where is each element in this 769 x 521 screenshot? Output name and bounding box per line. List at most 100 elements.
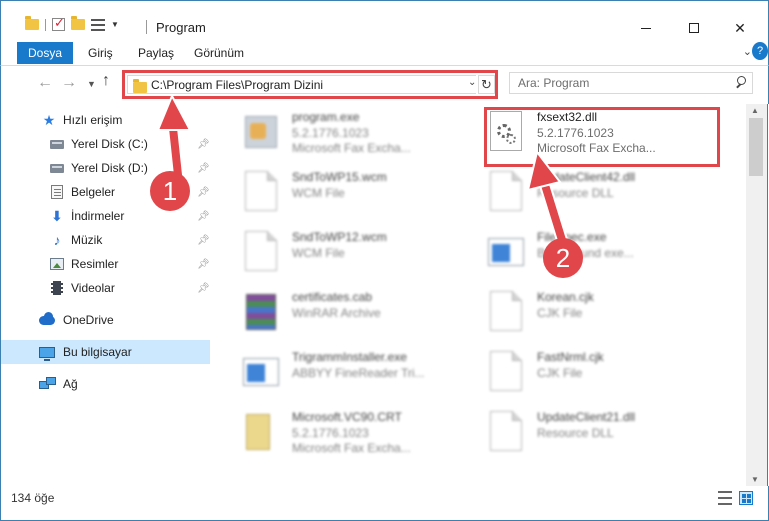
address-history-chevron-down-icon[interactable]: ⌄	[468, 77, 476, 88]
sidebar-item-label: Belgeler	[71, 185, 116, 199]
file-item[interactable]: Microsoft.VC90.CRT 5.2.1776.1023 Microso…	[222, 404, 472, 460]
sidebar-item-label: OneDrive	[63, 313, 114, 327]
file-type: Resource DLL	[537, 186, 614, 200]
navigation-bar: ← → ▼ ↑ C:\Program Files\Program Dizini …	[0, 66, 769, 104]
tab-file[interactable]: Dosya	[17, 42, 73, 64]
close-icon: ✕	[734, 19, 746, 36]
file-name: TrigrammInstaller.exe	[292, 350, 407, 364]
sidebar-item-label: Videolar	[71, 281, 115, 295]
sidebar-item-label: İndirmeler	[71, 209, 125, 223]
scrollbar-thumb[interactable]	[749, 118, 763, 176]
file-item[interactable]: SndToWP12.wcm WCM File	[222, 224, 472, 280]
file-name: certificates.cab	[292, 290, 373, 304]
window-title: Program	[156, 20, 206, 35]
file-name: UpdateClient42.dll	[537, 170, 636, 184]
music-icon: ♪	[53, 232, 61, 248]
file-type: WinRAR Archive	[292, 306, 381, 320]
file-item[interactable]: FileSpec.exe Background exe...	[467, 224, 717, 280]
address-path[interactable]: C:\Program Files\Program Dizini	[151, 78, 323, 92]
refresh-button[interactable]: ↻	[478, 75, 495, 94]
download-icon: ⬇	[51, 207, 63, 224]
file-item[interactable]: program.exe 5.2.1776.1023 Microsoft Fax …	[222, 104, 472, 160]
file-version: 5.2.1776.1023	[292, 426, 369, 440]
sidebar-item-label: Resimler	[71, 257, 119, 271]
search-box[interactable]	[509, 72, 753, 94]
vc-icon	[240, 410, 282, 454]
file-name: SndToWP15.wcm	[292, 170, 387, 184]
file-type: CJK File	[537, 306, 583, 320]
properties-check-icon[interactable]	[52, 15, 65, 31]
pin-icon[interactable]: 📌︎	[197, 211, 210, 222]
scroll-down-icon[interactable]: ▼	[751, 475, 759, 484]
pin-icon[interactable]: 📌︎	[197, 259, 210, 270]
expand-ribbon-chevron-icon[interactable]: ⌄	[743, 45, 752, 58]
pin-icon[interactable]: 📌︎	[197, 235, 210, 246]
back-button[interactable]: ←	[37, 74, 53, 92]
item-count: 134 öğe	[11, 491, 55, 505]
blank-page-icon	[485, 350, 527, 394]
search-icon[interactable]	[735, 76, 746, 87]
file-name: Microsoft.VC90.CRT	[292, 410, 402, 424]
file-item[interactable]: certificates.cab WinRAR Archive	[222, 284, 472, 340]
file-item[interactable]: TrigrammInstaller.exe ABBYY FineReader T…	[222, 344, 472, 400]
file-name: SndToWP12.wcm	[292, 230, 387, 244]
file-type: ABBYY FineReader Tri...	[292, 366, 425, 380]
search-input[interactable]	[510, 73, 730, 93]
sidebar-item-label: Bu bilgisayar	[63, 345, 132, 359]
window-app-icon	[240, 350, 282, 394]
sidebar-item-pictures[interactable]: Resimler 📌︎	[1, 252, 210, 276]
scroll-up-icon[interactable]: ▲	[751, 106, 759, 115]
file-version: 5.2.1776.1023	[292, 126, 369, 140]
navigation-pane: ★ Hızlı erişim Yerel Disk (C:) 📌︎ Yerel …	[0, 104, 213, 486]
tab-view[interactable]: Görünüm	[194, 46, 244, 60]
onedrive-icon	[39, 311, 55, 328]
file-type: WCM File	[292, 186, 345, 200]
tab-home[interactable]: Giriş	[88, 46, 113, 60]
file-item[interactable]: UpdateClient21.dll Resource DLL	[467, 404, 717, 460]
winrar-icon	[240, 290, 282, 334]
maximize-icon	[689, 23, 699, 33]
sidebar-item-quick-access[interactable]: ★ Hızlı erişim	[1, 108, 210, 132]
up-one-level-button[interactable]: ↑	[102, 72, 110, 90]
help-icon[interactable]: ?	[752, 42, 768, 60]
pictures-icon	[49, 256, 65, 272]
details-view-icon[interactable]	[718, 491, 732, 505]
drive-icon	[49, 160, 65, 176]
sidebar-item-network[interactable]: Ağ	[1, 372, 210, 396]
step-1-badge: 1	[150, 171, 190, 211]
address-bar[interactable]: C:\Program Files\Program Dizini ⌄	[127, 75, 476, 94]
large-icons-view-icon[interactable]	[739, 491, 753, 505]
refresh-icon: ↻	[481, 76, 492, 92]
close-button[interactable]: ✕	[717, 15, 763, 41]
tab-share[interactable]: Paylaş	[138, 46, 174, 60]
vertical-scrollbar[interactable]: ▲ ▼	[746, 104, 768, 486]
file-item[interactable]: FastNrml.cjk CJK File	[467, 344, 717, 400]
maximize-button[interactable]	[671, 15, 717, 41]
folder-icon	[25, 16, 39, 30]
pin-icon[interactable]: 📌︎	[197, 139, 210, 150]
pin-icon[interactable]: 📌︎	[197, 187, 210, 198]
title-bar: ▼ Program ✕	[0, 0, 769, 40]
new-folder-icon[interactable]	[71, 16, 85, 30]
sidebar-item-this-pc[interactable]: Bu bilgisayar	[1, 340, 210, 364]
file-item[interactable]: SndToWP15.wcm WCM File	[222, 164, 472, 220]
folder-icon	[133, 79, 147, 93]
forward-button[interactable]: →	[61, 74, 77, 92]
sidebar-item-local-disk-c[interactable]: Yerel Disk (C:) 📌︎	[1, 132, 210, 156]
sidebar-item-label: Ağ	[63, 377, 78, 391]
videos-icon	[49, 280, 65, 296]
file-item[interactable]: UpdateClient42.dll Resource DLL	[467, 164, 717, 220]
status-bar: 134 öğe	[0, 486, 769, 521]
pin-icon[interactable]: 📌︎	[197, 163, 210, 174]
sidebar-item-onedrive[interactable]: OneDrive	[1, 308, 210, 332]
sidebar-item-videos[interactable]: Videolar 📌︎	[1, 276, 210, 300]
quick-access-toolbar: ▼	[25, 15, 119, 31]
minimize-button[interactable]	[623, 15, 669, 41]
customize-toolbar-chevron-down-icon[interactable]: ▼	[111, 20, 119, 29]
window-app-icon	[485, 230, 527, 274]
recent-locations-chevron-down-icon[interactable]: ▼	[87, 79, 96, 89]
file-item[interactable]: Korean.cjk CJK File	[467, 284, 717, 340]
sidebar-item-music[interactable]: ♪ Müzik 📌︎	[1, 228, 210, 252]
pin-icon[interactable]: 📌︎	[197, 283, 210, 294]
rename-icon[interactable]	[91, 18, 105, 31]
